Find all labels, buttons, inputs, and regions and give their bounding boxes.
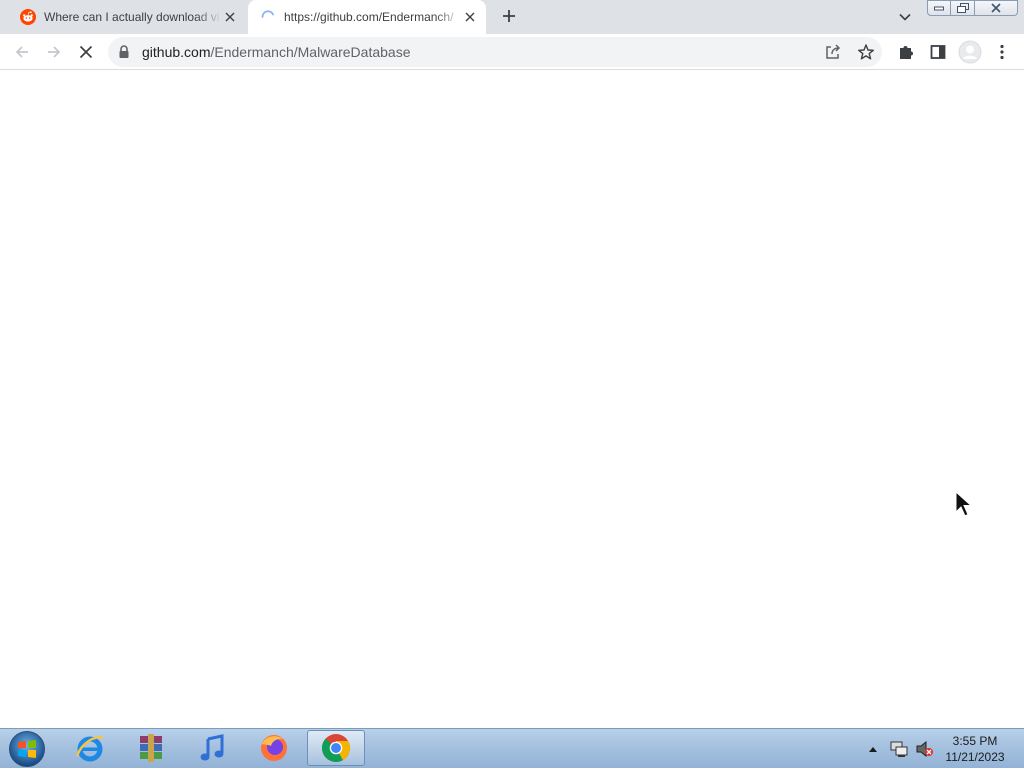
tab-reddit[interactable]: Where can I actually download vi <box>8 0 246 34</box>
reddit-icon <box>20 9 36 25</box>
taskbar: 3:55 PM 11/21/2023 <box>0 728 1024 768</box>
itunes-icon <box>200 734 224 761</box>
plus-icon <box>502 9 516 26</box>
url-path: /Endermanch/MalwareDatabase <box>210 44 411 60</box>
new-tab-button[interactable] <box>499 7 519 27</box>
close-icon[interactable] <box>462 9 478 25</box>
taskbar-winrar[interactable] <box>122 730 180 766</box>
restore-button[interactable] <box>951 0 975 16</box>
share-icon[interactable] <box>824 43 842 61</box>
tab-title: https://github.com/Endermanch/ <box>284 10 454 24</box>
kebab-menu-icon <box>1000 44 1004 60</box>
clock-time: 3:55 PM <box>952 734 998 748</box>
tab-strip: Where can I actually download vi https:/… <box>0 0 1024 34</box>
tab-search-button[interactable] <box>895 8 915 26</box>
windows-orb-icon <box>9 731 45 767</box>
taskbar-itunes[interactable] <box>183 730 241 766</box>
loading-spinner-icon <box>260 9 276 25</box>
internet-explorer-icon <box>75 736 104 762</box>
puzzle-icon <box>900 46 913 59</box>
close-icon <box>991 3 1001 13</box>
address-bar[interactable]: github.com/Endermanch/MalwareDatabase <box>108 37 882 67</box>
minimize-button[interactable] <box>927 0 951 16</box>
arrow-right-icon <box>48 46 61 58</box>
chrome-icon <box>322 734 350 762</box>
chevron-down-icon <box>899 10 911 24</box>
star-icon[interactable] <box>857 43 875 61</box>
winrar-icon <box>140 734 162 762</box>
tab-github[interactable]: https://github.com/Endermanch/ <box>248 0 486 34</box>
url-host: github.com <box>142 44 211 60</box>
close-icon <box>79 45 93 59</box>
browser-toolbar: github.com/Endermanch/MalwareDatabase <box>0 34 1024 70</box>
back-button[interactable] <box>12 42 32 62</box>
tab-title: Where can I actually download vi <box>44 10 220 24</box>
profile-button[interactable] <box>958 40 982 64</box>
lock-icon[interactable] <box>118 45 130 59</box>
volume-muted-icon[interactable] <box>916 741 934 757</box>
avatar-icon <box>958 40 982 64</box>
window-close-button[interactable] <box>975 0 1018 16</box>
firefox-icon <box>261 735 287 761</box>
start-button[interactable] <box>5 730 49 768</box>
forward-button[interactable] <box>44 42 64 62</box>
network-icon[interactable] <box>890 741 908 757</box>
system-tray <box>866 735 934 763</box>
side-panel-button[interactable] <box>928 42 948 62</box>
restore-icon <box>956 3 969 13</box>
page-content[interactable] <box>0 70 1024 728</box>
chrome-menu-button[interactable] <box>992 42 1012 62</box>
taskbar-chrome[interactable] <box>307 730 365 766</box>
stop-loading-button[interactable] <box>76 42 96 62</box>
taskbar-firefox[interactable] <box>245 730 303 766</box>
mouse-cursor-icon <box>954 490 978 522</box>
minimize-icon <box>934 6 944 11</box>
side-panel-icon <box>930 45 946 59</box>
tray-expand-icon[interactable] <box>866 746 880 752</box>
url-text[interactable]: github.com/Endermanch/MalwareDatabase <box>142 44 410 60</box>
extensions-button[interactable] <box>896 42 916 62</box>
close-icon[interactable] <box>222 9 238 25</box>
window-controls <box>927 0 1019 17</box>
taskbar-clock[interactable]: 3:55 PM 11/21/2023 <box>940 733 1010 765</box>
taskbar-internet-explorer[interactable] <box>61 730 119 766</box>
clock-date: 11/21/2023 <box>945 750 1005 764</box>
arrow-left-icon <box>15 46 28 58</box>
